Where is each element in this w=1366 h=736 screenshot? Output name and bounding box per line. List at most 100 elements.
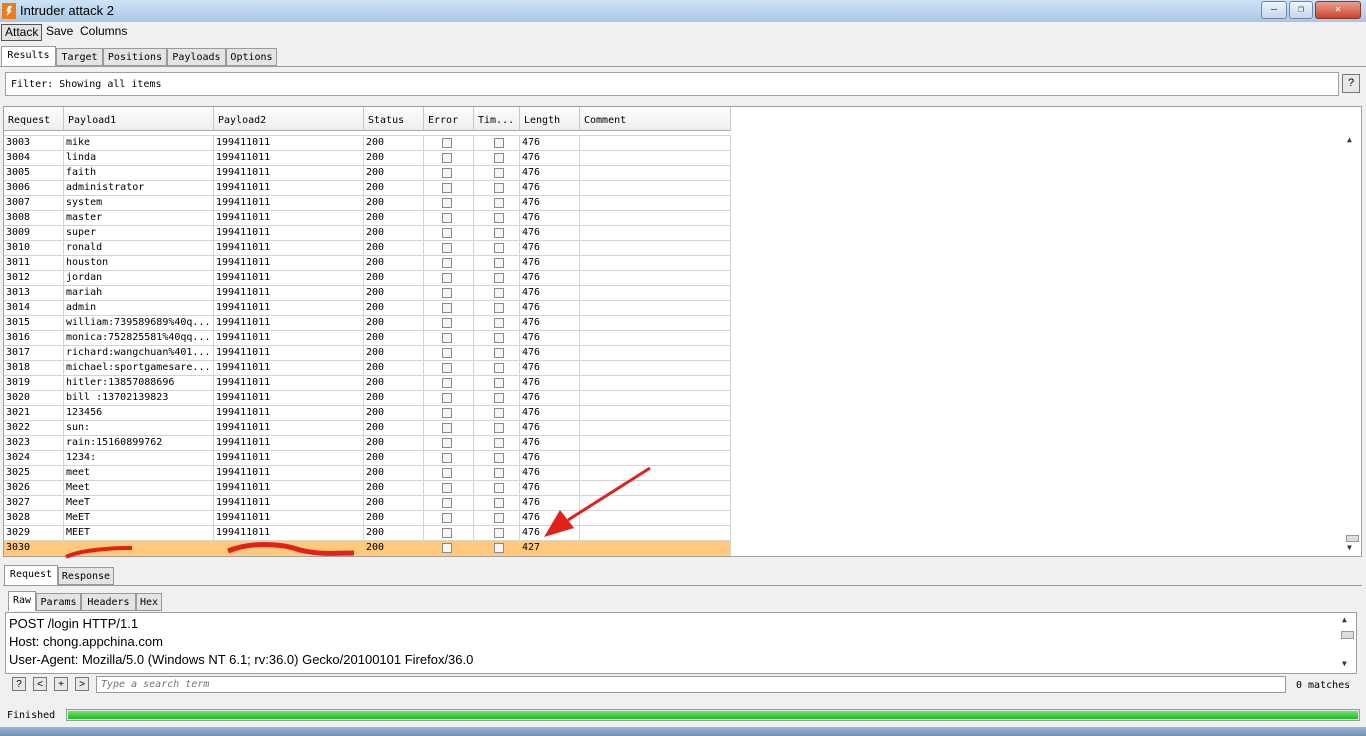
length-cell: 476 <box>520 271 580 286</box>
table-row[interactable]: 3003 mike 199411011 200 476 <box>4 136 731 151</box>
raw-scrollbar[interactable]: ▲ ▼ <box>1340 615 1354 671</box>
timeout-cell <box>474 436 520 451</box>
tab-results[interactable]: Results <box>1 46 56 66</box>
table-row[interactable]: 3026 Meet 199411011 200 476 <box>4 481 731 496</box>
comment-cell <box>580 346 731 361</box>
req-cell: 3021 <box>4 406 64 421</box>
table-row-selected[interactable]: 3030 200 427 <box>4 541 731 556</box>
table-row[interactable]: 3019 hitler:13857088696 199411011 200 476 <box>4 376 731 391</box>
p1-cell: master <box>64 211 214 226</box>
scroll-thumb[interactable] <box>1341 631 1354 639</box>
tab-payloads[interactable]: Payloads <box>167 48 226 66</box>
scroll-down-icon[interactable]: ▼ <box>1342 659 1347 668</box>
req-cell: 3024 <box>4 451 64 466</box>
table-row[interactable]: 3025 meet 199411011 200 476 <box>4 466 731 481</box>
table-row[interactable]: 3029 MEET 199411011 200 476 <box>4 526 731 541</box>
checkbox <box>442 183 452 193</box>
tab-request[interactable]: Request <box>4 565 58 585</box>
filter-bar[interactable]: Filter: Showing all items <box>5 72 1339 96</box>
p1-cell: 123456 <box>64 406 214 421</box>
search-input[interactable] <box>96 676 1286 693</box>
table-row[interactable]: 3006 administrator 199411011 200 476 <box>4 181 731 196</box>
p2-cell: 199411011 <box>214 391 364 406</box>
table-row[interactable]: 3015 william:739589689%40q... 199411011 200… <box>4 316 731 331</box>
table-row[interactable]: 3013 mariah 199411011 200 476 <box>4 286 731 301</box>
p1-cell: rain:15160899762 <box>64 436 214 451</box>
menu-attack[interactable]: Attack <box>1 24 43 41</box>
p1-cell: faith <box>64 166 214 181</box>
tab-options[interactable]: Options <box>226 48 277 66</box>
search-add-button[interactable]: + <box>54 677 68 691</box>
length-cell: 476 <box>520 181 580 196</box>
search-next-button[interactable]: > <box>75 677 89 691</box>
table-row[interactable]: 3022 sun: 199411011 200 476 <box>4 421 731 436</box>
req-cell: 3030 <box>4 541 64 556</box>
table-row[interactable]: 3024 1234: 199411011 200 476 <box>4 451 731 466</box>
tab-params[interactable]: Params <box>36 593 81 611</box>
table-row[interactable]: 3010 ronald 199411011 200 476 <box>4 241 731 256</box>
table-row[interactable]: 3008 master 199411011 200 476 <box>4 211 731 226</box>
req-cell: 3019 <box>4 376 64 391</box>
raw-request-editor[interactable]: POST /login HTTP/1.1 Host: chong.appchin… <box>5 612 1357 674</box>
table-row[interactable]: 3016 monica:752825581%40qq... 199411011 200… <box>4 331 731 346</box>
status-cell: 200 <box>364 286 424 301</box>
tab-raw[interactable]: Raw <box>8 591 36 611</box>
close-button[interactable]: ✕ <box>1315 1 1361 19</box>
table-row[interactable]: 3012 jordan 199411011 200 476 <box>4 271 731 286</box>
table-row[interactable]: 3027 MeeT 199411011 200 476 <box>4 496 731 511</box>
length-cell: 476 <box>520 511 580 526</box>
checkbox <box>442 453 452 463</box>
checkbox <box>494 438 504 448</box>
status-cell: 200 <box>364 481 424 496</box>
table-row[interactable]: 3011 houston 199411011 200 476 <box>4 256 731 271</box>
checkbox <box>494 318 504 328</box>
checkbox <box>442 138 452 148</box>
length-cell: 476 <box>520 496 580 511</box>
maximize-button[interactable]: ❐ <box>1289 1 1313 19</box>
table-row[interactable]: 3004 linda 199411011 200 476 <box>4 151 731 166</box>
search-help-button[interactable]: ? <box>12 677 26 691</box>
error-cell <box>424 421 474 436</box>
timeout-cell <box>474 286 520 301</box>
tab-positions[interactable]: Positions <box>103 48 167 66</box>
table-row[interactable]: 3023 rain:15160899762 199411011 200 476 <box>4 436 731 451</box>
table-row[interactable]: 3018 michael:sportgamesare... 199411011 200… <box>4 361 731 376</box>
checkbox <box>494 423 504 433</box>
scroll-down-icon[interactable]: ▼ <box>1347 543 1352 552</box>
checkbox <box>494 513 504 523</box>
comment-cell <box>580 286 731 301</box>
table-row[interactable]: 3009 super 199411011 200 476 <box>4 226 731 241</box>
length-cell: 476 <box>520 391 580 406</box>
timeout-cell <box>474 301 520 316</box>
table-row[interactable]: 3021 123456 199411011 200 476 <box>4 406 731 421</box>
tab-target[interactable]: Target <box>56 48 103 66</box>
table-row[interactable]: 3017 richard:wangchuan%401... 199411011 200… <box>4 346 731 361</box>
tab-response[interactable]: Response <box>58 567 114 585</box>
tab-hex[interactable]: Hex <box>136 593 162 611</box>
minimize-button[interactable]: ‒ <box>1261 1 1287 19</box>
search-matches: 0 matches <box>1296 680 1351 691</box>
checkbox <box>494 378 504 388</box>
checkbox <box>494 273 504 283</box>
status-cell: 200 <box>364 136 424 151</box>
scroll-up-icon[interactable]: ▲ <box>1342 615 1347 624</box>
p2-cell: 199411011 <box>214 241 364 256</box>
checkbox <box>442 333 452 343</box>
table-row[interactable] <box>4 121 731 136</box>
checkbox <box>494 303 504 313</box>
error-cell <box>424 511 474 526</box>
menu-columns[interactable]: Columns <box>77 24 130 39</box>
table-row[interactable]: 3020 bill :13702139823 199411011 200 476 <box>4 391 731 406</box>
table-row[interactable]: 3014 admin 199411011 200 476 <box>4 301 731 316</box>
search-prev-button[interactable]: < <box>33 677 47 691</box>
table-row[interactable]: 3005 faith 199411011 200 476 <box>4 166 731 181</box>
table-scrollbar[interactable]: ▲ ▼ <box>1345 133 1359 555</box>
table-row[interactable]: 3028 MeET 199411011 200 476 <box>4 511 731 526</box>
menu-save[interactable]: Save <box>43 24 76 39</box>
table-row[interactable]: 3007 system 199411011 200 476 <box>4 196 731 211</box>
scroll-thumb[interactable] <box>1346 535 1359 542</box>
filter-help-button[interactable]: ? <box>1342 74 1360 93</box>
scroll-up-icon[interactable]: ▲ <box>1347 135 1352 144</box>
tab-headers[interactable]: Headers <box>81 593 136 611</box>
p1-cell: 1234: <box>64 451 214 466</box>
